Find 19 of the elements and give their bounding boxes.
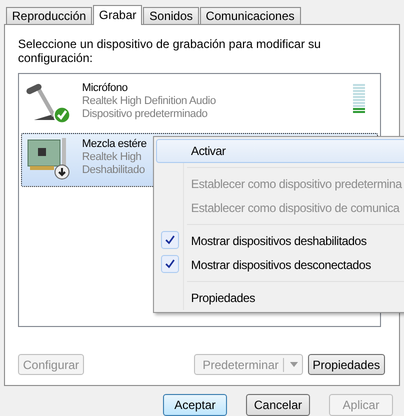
menu-item[interactable]: Mostrar dispositivos deshabilitados — [156, 229, 404, 253]
device-row[interactable]: Micrófono Realtek High Definition Audio Dispositivo predeterminado — [21, 77, 378, 131]
device-status: Deshabilitado — [82, 164, 145, 177]
tab[interactable]: Sonidos — [143, 7, 199, 24]
device-driver: Realtek High Definition Audio — [82, 95, 216, 108]
menu-item[interactable]: Propiedades — [156, 286, 404, 310]
menu-item[interactable]: Mostrar dispositivos desconectados — [156, 253, 404, 277]
dialog-button[interactable]: Aceptar — [163, 394, 227, 416]
tab[interactable]: Grabar — [93, 5, 142, 25]
dialog-button[interactable]: Cancelar — [246, 394, 310, 416]
device-name: Micrófono — [82, 82, 128, 95]
device-name: Mezcla estére — [82, 138, 147, 151]
device-driver: Realtek High — [82, 151, 142, 164]
device-status: Dispositivo predeterminado — [82, 108, 208, 121]
menu-item[interactable]: Activar — [156, 139, 404, 163]
properties-button[interactable]: Propiedades — [308, 354, 385, 375]
instruction-text: Seleccione un dispositivo de grabación para modificar su configuración: — [18, 37, 322, 65]
tab[interactable]: Comunicaciones — [200, 7, 300, 24]
tab[interactable]: Reproducción — [6, 7, 92, 24]
